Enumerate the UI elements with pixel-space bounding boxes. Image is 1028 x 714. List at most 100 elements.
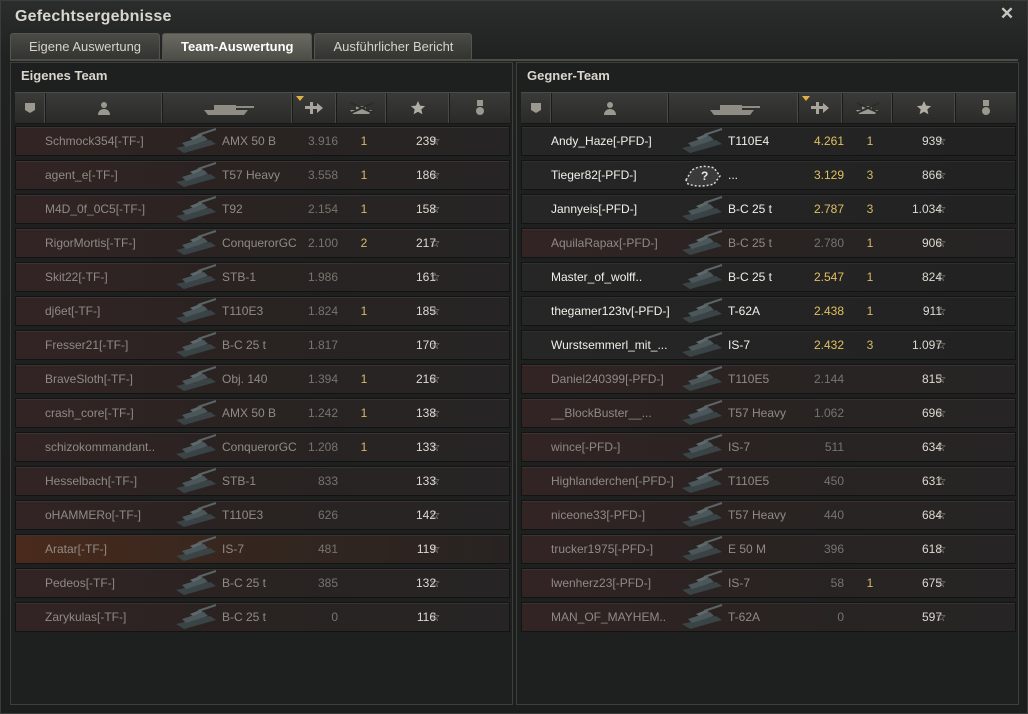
- star-icon: ☆: [935, 372, 947, 386]
- player-row[interactable]: Schmock354[-TF-] AMX 50 B 3.916 1 239 ☆: [15, 126, 510, 156]
- star-icon: ☆: [429, 372, 441, 386]
- kills-value: [354, 535, 374, 563]
- player-row[interactable]: crash_core[-TF-] AMX 50 B 1.242 1 138 ☆: [15, 398, 510, 428]
- star-icon: ☆: [935, 440, 947, 454]
- star-icon: ☆: [935, 304, 947, 318]
- player-name: BraveSloth[-TF-]: [45, 372, 134, 386]
- tab-team-auswertung[interactable]: Team-Auswertung: [162, 33, 313, 59]
- player-name: niceone33[-PFD-]: [551, 508, 646, 522]
- kills-icon[interactable]: [843, 93, 894, 123]
- own-team-list: Schmock354[-TF-] AMX 50 B 3.916 1 239 ☆ agent_…: [15, 126, 510, 636]
- player-name: Wurstsemmerl_mit_...: [551, 338, 668, 352]
- damage-value: 481: [317, 542, 338, 556]
- player-row[interactable]: Highlanderchen[-PFD-] T110E5 450 631 ☆: [521, 466, 1016, 496]
- player-name: wince[-PFD-]: [551, 440, 621, 454]
- damage-icon[interactable]: [293, 93, 337, 123]
- damage-value: 2.144: [813, 372, 844, 386]
- player-row[interactable]: MAN_OF_MAYHEM.. T-62A 0 597 ☆: [521, 602, 1016, 632]
- player-name: schizokommandant..: [45, 440, 156, 454]
- player-name: Skit22[-TF-]: [45, 270, 108, 284]
- damage-value: 0: [837, 610, 844, 624]
- player-row[interactable]: Master_of_wolff.. B-C 25 t 2.547 1 824 ☆: [521, 262, 1016, 292]
- player-row[interactable]: Jannyeis[-PFD-] B-C 25 t 2.787 3 1.034 ☆: [521, 194, 1016, 224]
- damage-value: 1.824: [307, 304, 338, 318]
- player-row[interactable]: Hesselbach[-TF-] STB-1 833 133 ☆: [15, 466, 510, 496]
- star-icon: ☆: [935, 338, 947, 352]
- tab-ausfuehrlicher-bericht[interactable]: Ausführlicher Bericht: [314, 33, 473, 59]
- tank-icon[interactable]: [163, 93, 293, 123]
- player-row[interactable]: BraveSloth[-TF-] Obj. 140 1.394 1 216 ☆: [15, 364, 510, 394]
- player-row[interactable]: Tieger82[-PFD-]?... 3.129 3 866 ☆: [521, 160, 1016, 190]
- player-row[interactable]: Andy_Haze[-PFD-] T110E4 4.261 1 939 ☆: [521, 126, 1016, 156]
- player-row[interactable]: M4D_0f_0C5[-TF-] T92 2.154 1 158 ☆: [15, 194, 510, 224]
- damage-value: 626: [317, 508, 338, 522]
- svg-text:?: ?: [701, 169, 708, 183]
- player-row[interactable]: lwenherz23[-PFD-] IS-7 58 1 675 ☆: [521, 568, 1016, 598]
- player-row[interactable]: trucker1975[-PFD-] E 50 M 396 618 ☆: [521, 534, 1016, 564]
- damage-value: 1.394: [307, 372, 338, 386]
- player-row[interactable]: RigorMortis[-TF-] ConquerorGC 2.100 2 217 ☆: [15, 228, 510, 258]
- xp-star-icon[interactable]: [387, 93, 451, 123]
- player-name: MAN_OF_MAYHEM..: [551, 610, 667, 624]
- damage-value: 2.547: [813, 270, 844, 284]
- close-icon[interactable]: ✕: [999, 5, 1015, 22]
- kills-value: 1: [360, 304, 368, 318]
- damage-value: 833: [317, 474, 338, 488]
- player-row[interactable]: thegamer123tv[-PFD-] T-62A 2.438 1 911 ☆: [521, 296, 1016, 326]
- star-icon: ☆: [935, 168, 947, 182]
- enemy-team-title: Gegner-Team: [527, 68, 610, 83]
- kills-value: 1: [360, 440, 368, 454]
- damage-value: 440: [823, 508, 844, 522]
- star-icon: ☆: [429, 440, 441, 454]
- player-row[interactable]: wince[-PFD-] IS-7 511 634 ☆: [521, 432, 1016, 462]
- kills-value: 1: [866, 134, 874, 148]
- player-name: thegamer123tv[-PFD-]: [551, 304, 670, 318]
- kills-value: [860, 467, 880, 495]
- player-row[interactable]: Daniel240399[-PFD-] T110E5 2.144 815 ☆: [521, 364, 1016, 394]
- squad-icon[interactable]: [521, 93, 552, 123]
- squad-icon[interactable]: [15, 93, 46, 123]
- player-row[interactable]: oHAMMERo[-TF-] T110E3 626 142 ☆: [15, 500, 510, 530]
- player-row[interactable]: dj6et[-TF-] T110E3 1.824 1 185 ☆: [15, 296, 510, 326]
- kills-value: 1: [360, 406, 368, 420]
- damage-value: 1.817: [307, 338, 338, 352]
- player-icon[interactable]: [552, 93, 670, 123]
- player-row[interactable]: Pedeos[-TF-] B-C 25 t 385 132 ☆: [15, 568, 510, 598]
- own-team-column-header: [15, 92, 510, 124]
- player-name: Daniel240399[-PFD-]: [551, 372, 664, 386]
- player-name: oHAMMERo[-TF-]: [45, 508, 141, 522]
- star-icon: ☆: [429, 610, 441, 624]
- player-row[interactable]: AquilaRapax[-PFD-] B-C 25 t 2.780 1 906 ☆: [521, 228, 1016, 258]
- damage-icon[interactable]: [799, 93, 843, 123]
- damage-value: 1.208: [307, 440, 338, 454]
- damage-value: 1.242: [307, 406, 338, 420]
- player-row[interactable]: Wurstsemmerl_mit_... IS-7 2.432 3 1.097 ☆: [521, 330, 1016, 360]
- medal-icon[interactable]: [450, 93, 510, 123]
- enemy-team-list: Andy_Haze[-PFD-] T110E4 4.261 1 939 ☆ Tieger82…: [521, 126, 1016, 636]
- player-icon[interactable]: [46, 93, 164, 123]
- player-name: crash_core[-TF-]: [45, 406, 134, 420]
- star-icon: ☆: [935, 406, 947, 420]
- player-row[interactable]: Zarykulas[-TF-] B-C 25 t 0 116 ☆: [15, 602, 510, 632]
- tank-icon[interactable]: [669, 93, 799, 123]
- kills-value: 3: [866, 168, 874, 182]
- damage-value: 2.780: [813, 236, 844, 250]
- own-team-panel: Eigenes Team Schmock354[-TF-] AMX 50 B 3…: [10, 62, 513, 705]
- medal-icon[interactable]: [956, 93, 1016, 123]
- player-row[interactable]: Fresser21[-TF-] B-C 25 t 1.817 170 ☆: [15, 330, 510, 360]
- player-row[interactable]: Skit22[-TF-] STB-1 1.986 161 ☆: [15, 262, 510, 292]
- player-row[interactable]: schizokommandant.. ConquerorGC 1.208 1 133 ☆: [15, 432, 510, 462]
- tab-eigene-auswertung[interactable]: Eigene Auswertung: [10, 33, 161, 59]
- kills-value: 1: [866, 236, 874, 250]
- player-row[interactable]: __BlockBuster__... T57 Heavy 1.062 696 ☆: [521, 398, 1016, 428]
- player-row[interactable]: agent_e[-TF-] T57 Heavy 3.558 1 186 ☆: [15, 160, 510, 190]
- player-row[interactable]: niceone33[-PFD-] T57 Heavy 440 684 ☆: [521, 500, 1016, 530]
- player-name: Andy_Haze[-PFD-]: [551, 134, 652, 148]
- star-icon: ☆: [429, 338, 441, 352]
- xp-star-icon[interactable]: [893, 93, 957, 123]
- player-row[interactable]: Aratar[-TF-] IS-7 481 119 ☆: [15, 534, 510, 564]
- battle-results-window: Gefechtsergebnisse ✕ Eigene Auswertung T…: [0, 0, 1028, 714]
- tab-bar: Eigene Auswertung Team-Auswertung Ausfüh…: [10, 33, 473, 59]
- player-name: Hesselbach[-TF-]: [45, 474, 138, 488]
- kills-icon[interactable]: [337, 93, 388, 123]
